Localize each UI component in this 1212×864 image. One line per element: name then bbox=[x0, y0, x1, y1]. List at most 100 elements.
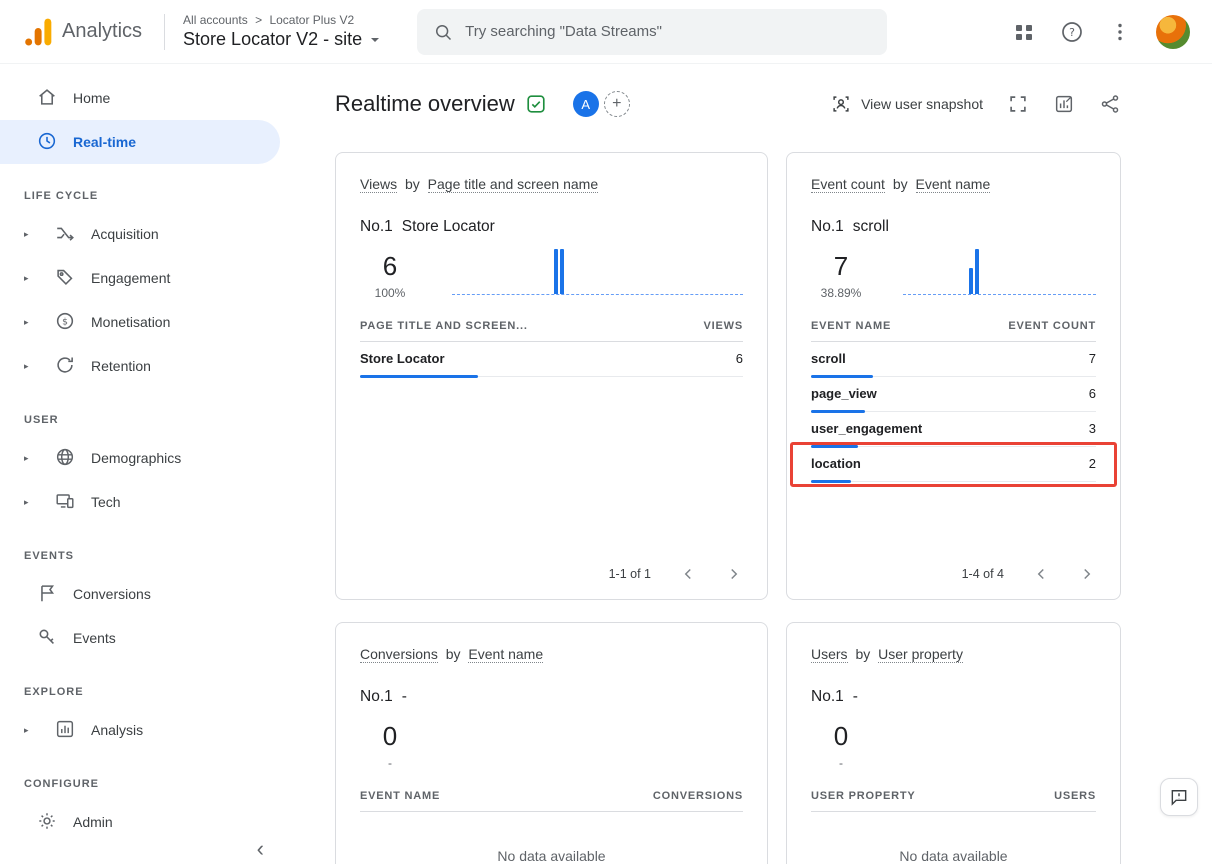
events-key-icon bbox=[36, 626, 60, 650]
row-label: page_view bbox=[811, 386, 877, 401]
analytics-home-link[interactable]: Analytics bbox=[22, 16, 142, 48]
expand-arrow-icon: ▸ bbox=[24, 317, 36, 328]
expand-arrow-icon: ▸ bbox=[24, 361, 36, 372]
card-conversions-by-event-name: Conversions by Event name No.1 - 0 - bbox=[335, 622, 768, 864]
breadcrumb-current[interactable]: Locator Plus V2 bbox=[269, 13, 354, 27]
add-comparison-button[interactable]: + bbox=[604, 91, 630, 117]
pagination: 1-1 of 1 bbox=[360, 553, 743, 583]
dimension-selector[interactable]: User property bbox=[878, 646, 963, 663]
sidebar-item-admin[interactable]: Admin bbox=[0, 800, 290, 844]
table-header: USER PROPERTY USERS bbox=[811, 790, 1096, 812]
search-bar[interactable] bbox=[417, 9, 887, 55]
title-connector: by bbox=[405, 176, 420, 192]
flag-icon bbox=[36, 582, 60, 606]
title-connector: by bbox=[446, 646, 461, 662]
top-app-bar: Analytics All accounts > Locator Plus V2… bbox=[0, 0, 1212, 64]
sidebar-item-conversions[interactable]: Conversions bbox=[0, 572, 290, 616]
previous-page-icon[interactable] bbox=[1032, 565, 1050, 583]
comparison-chip-all-users[interactable]: A bbox=[573, 91, 599, 117]
row-value-bar bbox=[360, 375, 478, 378]
demographics-globe-icon bbox=[54, 446, 78, 470]
card-title: Views by Page title and screen name bbox=[360, 171, 743, 198]
next-page-icon[interactable] bbox=[1078, 565, 1096, 583]
sidebar-item-events[interactable]: Events bbox=[0, 616, 290, 660]
property-selector[interactable]: Store Locator V2 - site bbox=[183, 29, 379, 50]
top-item-rank: No.1 bbox=[811, 688, 844, 706]
share-icon[interactable] bbox=[1099, 93, 1121, 115]
view-user-snapshot-button[interactable]: View user snapshot bbox=[830, 93, 983, 115]
metric-row: 0 - bbox=[811, 718, 1096, 770]
next-page-icon[interactable] bbox=[725, 565, 743, 583]
sidebar-item-demographics[interactable]: ▸ Demographics bbox=[0, 436, 290, 480]
column-header: EVENT COUNT bbox=[1008, 320, 1096, 332]
gear-icon bbox=[36, 810, 60, 834]
metric-selector[interactable]: Event count bbox=[811, 176, 885, 193]
data-status-check-icon bbox=[525, 93, 547, 115]
top-item: No.1 scroll bbox=[811, 218, 1096, 236]
sidebar-item-realtime[interactable]: Real-time bbox=[0, 120, 280, 164]
dimension-selector[interactable]: Event name bbox=[916, 176, 991, 193]
user-avatar[interactable] bbox=[1156, 15, 1190, 49]
metric-selector[interactable]: Views bbox=[360, 176, 397, 193]
table-header: PAGE TITLE AND SCREEN... VIEWS bbox=[360, 320, 743, 342]
retention-icon bbox=[54, 354, 78, 378]
row-value: 2 bbox=[1089, 456, 1096, 471]
topbar-actions: ? bbox=[1012, 15, 1190, 49]
breadcrumb-root[interactable]: All accounts bbox=[183, 13, 248, 27]
card-event-count-by-event-name: Event count by Event name No.1 scroll 7 … bbox=[786, 152, 1121, 600]
table-row: user_engagement 3 bbox=[811, 412, 1096, 447]
sidebar-item-label: Events bbox=[73, 630, 116, 646]
metric-selector[interactable]: Users bbox=[811, 646, 848, 663]
home-icon bbox=[36, 86, 60, 110]
no-data-message: No data available bbox=[360, 848, 743, 864]
sidebar-item-home[interactable]: Home bbox=[0, 76, 290, 120]
title-connector: by bbox=[855, 646, 870, 662]
sidebar-item-monetisation[interactable]: ▸ $ Monetisation bbox=[0, 300, 290, 344]
metric-selector[interactable]: Conversions bbox=[360, 646, 438, 663]
fullscreen-icon[interactable] bbox=[1007, 93, 1029, 115]
sidebar-item-label: Home bbox=[73, 90, 110, 106]
sparkline-chart bbox=[903, 249, 1096, 295]
row-value-bar bbox=[811, 480, 851, 483]
collapse-sidebar-button[interactable]: ‹ bbox=[257, 838, 264, 860]
previous-page-icon[interactable] bbox=[679, 565, 697, 583]
sidebar-item-label: Tech bbox=[91, 494, 121, 510]
expand-arrow-icon: ▸ bbox=[24, 497, 36, 508]
pagination-label: 1-4 of 4 bbox=[962, 567, 1004, 581]
metric-row: 0 - bbox=[360, 718, 743, 770]
feedback-button[interactable] bbox=[1160, 778, 1198, 816]
dimension-selector[interactable]: Event name bbox=[468, 646, 543, 663]
column-header: PAGE TITLE AND SCREEN... bbox=[360, 320, 528, 332]
engagement-icon bbox=[54, 266, 78, 290]
customize-report-icon[interactable] bbox=[1053, 93, 1075, 115]
breadcrumb-separator: > bbox=[255, 13, 262, 27]
svg-text:$: $ bbox=[62, 316, 68, 327]
metric-percent: 38.89% bbox=[811, 286, 871, 300]
dimension-selector[interactable]: Page title and screen name bbox=[428, 176, 598, 193]
sidebar-item-acquisition[interactable]: ▸ Acquisition bbox=[0, 212, 290, 256]
sidebar-section-events: EVENTS bbox=[0, 524, 290, 572]
card-title: Conversions by Event name bbox=[360, 641, 743, 668]
kebab-menu-icon[interactable] bbox=[1108, 20, 1132, 44]
property-name: Store Locator V2 - site bbox=[183, 29, 362, 50]
analysis-chart-icon bbox=[54, 718, 78, 742]
sidebar-item-analysis[interactable]: ▸ Analysis bbox=[0, 708, 290, 752]
pagination: 1-4 of 4 bbox=[811, 553, 1096, 583]
sidebar-item-engagement[interactable]: ▸ Engagement bbox=[0, 256, 290, 300]
sidebar-item-label: Conversions bbox=[73, 586, 151, 602]
sidebar-item-tech[interactable]: ▸ Tech bbox=[0, 480, 290, 524]
sidebar-item-label: Acquisition bbox=[91, 226, 159, 242]
metric-value: 7 bbox=[811, 252, 871, 281]
row-label: user_engagement bbox=[811, 421, 922, 436]
table-header: EVENT NAME CONVERSIONS bbox=[360, 790, 743, 812]
sidebar-section-user: USER bbox=[0, 388, 290, 436]
search-input[interactable] bbox=[465, 23, 871, 40]
column-header: EVENT NAME bbox=[811, 320, 891, 332]
apps-grid-icon[interactable] bbox=[1012, 20, 1036, 44]
help-icon[interactable]: ? bbox=[1060, 20, 1084, 44]
metric-percent: - bbox=[360, 756, 420, 770]
tech-devices-icon bbox=[54, 490, 78, 514]
sidebar-item-retention[interactable]: ▸ Retention bbox=[0, 344, 290, 388]
table-row: page_view 6 bbox=[811, 377, 1096, 412]
sparkline-chart bbox=[452, 249, 743, 295]
